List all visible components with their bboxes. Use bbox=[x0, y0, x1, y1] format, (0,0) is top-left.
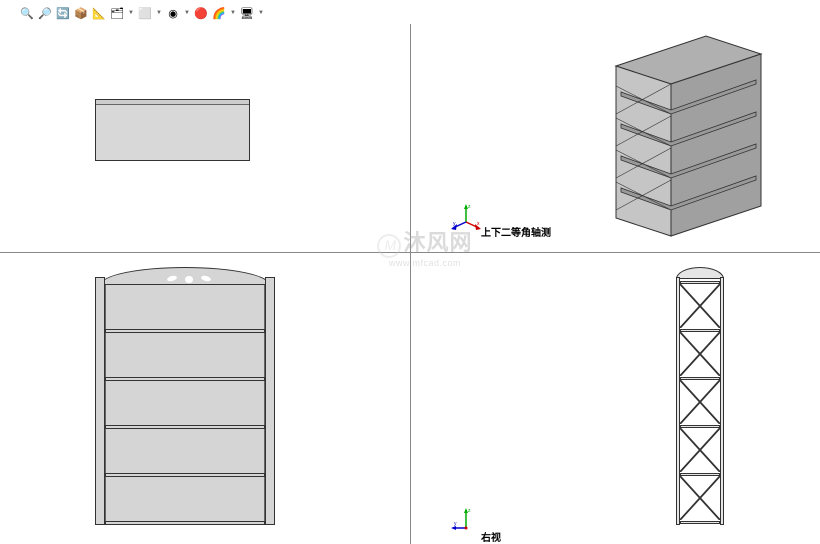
model-front-view[interactable] bbox=[95, 267, 275, 525]
model-isometric-view[interactable] bbox=[606, 26, 776, 241]
scene-icon[interactable]: 🌈 bbox=[212, 6, 226, 20]
hide-show-icon[interactable]: ◉ bbox=[166, 6, 180, 20]
viewport-bottom-right[interactable]: z y 右视 bbox=[411, 253, 820, 544]
view-orientation-icon[interactable]: 🗂 bbox=[110, 6, 124, 20]
dropdown-icon[interactable]: ▼ bbox=[156, 6, 162, 20]
watermark-url: www.mfcad.com bbox=[360, 258, 490, 268]
zoom-fit-icon[interactable]: 🔎 bbox=[38, 6, 52, 20]
dropdown-icon[interactable]: ▼ bbox=[258, 6, 264, 20]
svg-text:z: z bbox=[468, 204, 471, 210]
dropdown-icon[interactable]: ▼ bbox=[128, 6, 134, 20]
view-toolbar: 🔍 🔎 🔄 📦 📐 🗂 ▼ ⬜ ▼ ◉ ▼ 🔴 🌈 ▼ 🖥 ▼ bbox=[20, 4, 264, 22]
viewport-top-left[interactable] bbox=[0, 24, 410, 252]
zoom-window-icon[interactable]: 🔍 bbox=[20, 6, 34, 20]
viewport-top-right[interactable]: z x y 上下二等角轴测 bbox=[411, 24, 820, 252]
viewport-grid: z x y 上下二等角轴测 bbox=[0, 24, 820, 544]
watermark-text: 沐风网 bbox=[403, 230, 472, 255]
pan-icon[interactable]: 📦 bbox=[74, 6, 88, 20]
model-side-view[interactable] bbox=[676, 267, 724, 525]
watermark-logo-icon bbox=[377, 234, 401, 258]
svg-text:y: y bbox=[454, 521, 457, 527]
appearance-icon[interactable]: 🔴 bbox=[194, 6, 208, 20]
rotate-icon[interactable]: 🔄 bbox=[56, 6, 70, 20]
orientation-triad[interactable]: z y bbox=[451, 508, 481, 538]
model-top-view[interactable] bbox=[95, 99, 250, 161]
view-settings-icon[interactable]: 🖥 bbox=[240, 6, 254, 20]
view-label[interactable]: 上下二等角轴测 bbox=[481, 224, 551, 239]
svg-text:z: z bbox=[468, 508, 471, 514]
section-icon[interactable]: 📐 bbox=[92, 6, 106, 20]
viewport-bottom-left[interactable] bbox=[0, 253, 410, 544]
watermark: 沐风网 www.mfcad.com bbox=[360, 225, 490, 268]
dropdown-icon[interactable]: ▼ bbox=[184, 6, 190, 20]
view-label[interactable]: 右视 bbox=[481, 529, 501, 544]
display-style-icon[interactable]: ⬜ bbox=[138, 6, 152, 20]
dropdown-icon[interactable]: ▼ bbox=[230, 6, 236, 20]
